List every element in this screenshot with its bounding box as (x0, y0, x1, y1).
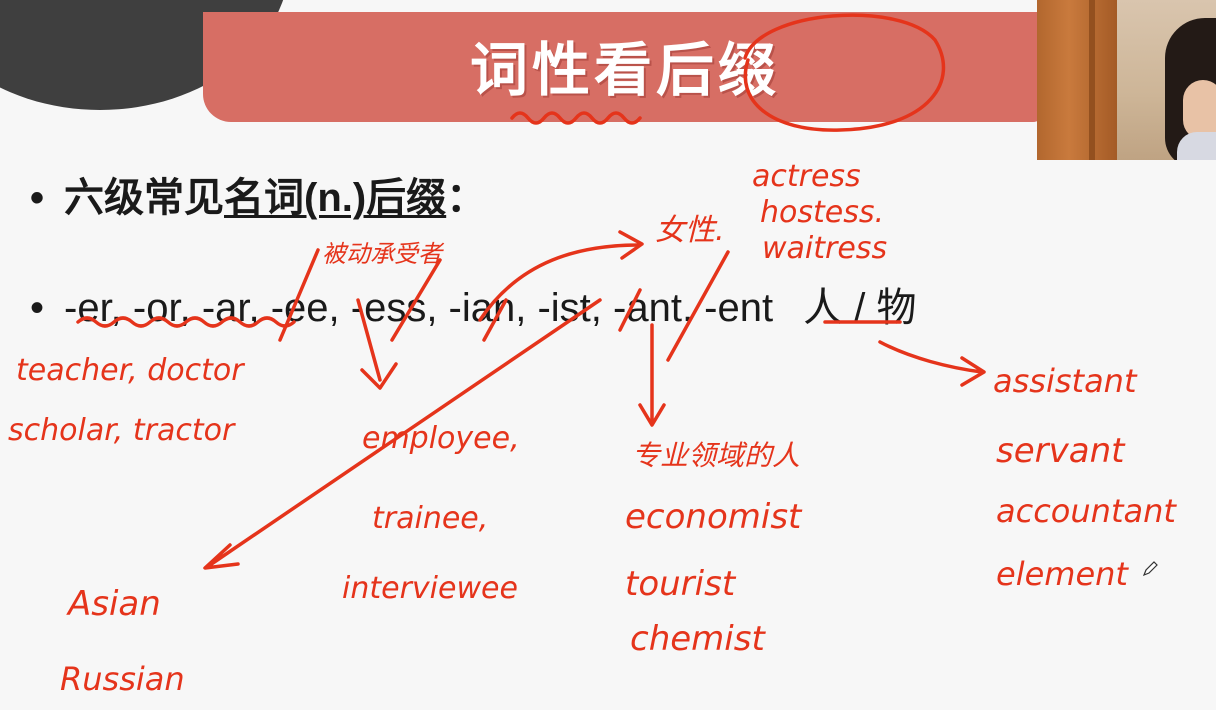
arrow-ee (356, 298, 398, 390)
example-ee-3: interviewee (342, 571, 518, 606)
example-ee-2: trainee, (372, 501, 488, 536)
arrow-female (478, 230, 644, 322)
arrow-ist (638, 323, 666, 427)
slide-canvas: 词性看后缀 • 六级常见名词(n.)后缀： • -er, -or, -ar, -ee… (0, 0, 1216, 710)
example-ant-4: element (996, 555, 1129, 593)
annotation-profession: 专业领域的人 (632, 439, 800, 472)
annotation-female: 女性. (655, 213, 725, 248)
example-ist-1: economist (625, 497, 803, 537)
example-ee-1: employee, (362, 421, 520, 456)
suffix-wavy-underline (76, 316, 296, 328)
example-ess-1: actress (752, 159, 861, 194)
webcam-person-face (1183, 80, 1216, 140)
webcam-video[interactable] (1037, 0, 1216, 160)
example-ess-2: hostess. (760, 195, 884, 230)
annotation-passive: 被动承受者 (322, 240, 445, 268)
example-ist-2: tourist (625, 564, 737, 604)
webcam-person-shirt (1177, 132, 1216, 160)
example-ist-3: chemist (630, 619, 766, 659)
handwriting-layer: 被动承受者 女性. 专业领域的人 teacher, doctor scholar… (8, 13, 1177, 698)
example-er-1: teacher, doctor (16, 353, 245, 388)
title-circle-mark (743, 13, 946, 132)
arrow-ess (390, 258, 442, 342)
example-ess-3: waitress (762, 231, 887, 266)
example-ant-3: accountant (996, 492, 1177, 530)
webcam-background-door (1037, 0, 1117, 160)
arrow-ant (878, 340, 986, 387)
example-ant-2: servant (996, 431, 1126, 471)
example-ant-1: assistant (993, 362, 1138, 400)
pen-cursor-icon (1142, 561, 1158, 577)
arrow-ar (278, 248, 320, 342)
title-wavy-underline (510, 111, 642, 125)
example-er-2: scholar, tractor (8, 413, 236, 448)
arrow-ant-slash (482, 298, 508, 342)
example-ian-1: Asian (66, 584, 161, 624)
arrow-ist-slash (618, 250, 730, 362)
example-ian-2: Russian (60, 660, 185, 698)
